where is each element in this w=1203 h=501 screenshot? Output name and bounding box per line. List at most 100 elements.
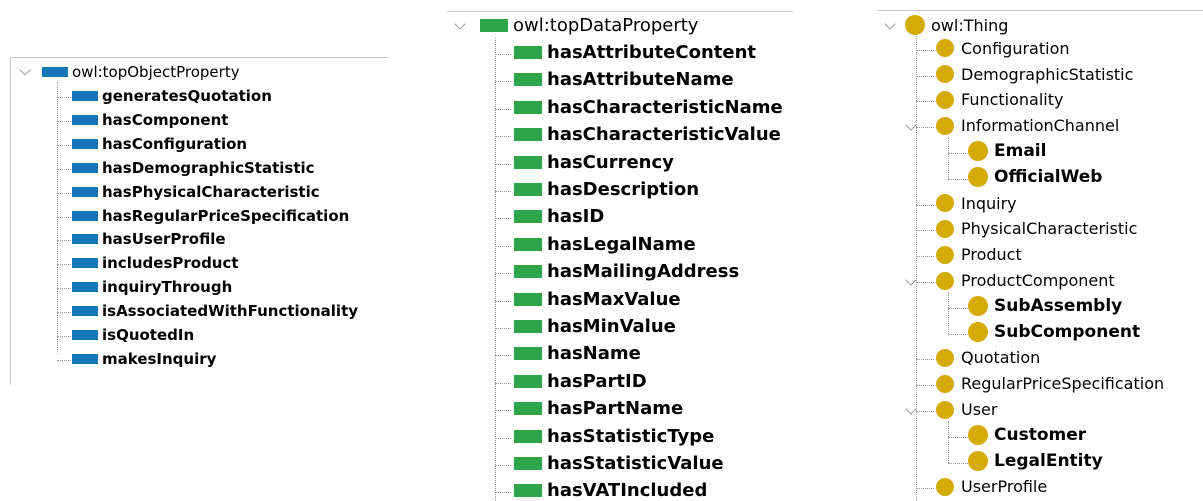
class-item[interactable]: Inquiry xyxy=(936,194,1017,213)
tree-item-label: hasLegalName xyxy=(547,233,696,255)
class-item[interactable]: InformationChannel xyxy=(936,116,1119,135)
data-property-item[interactable]: hasCharacteristicValue xyxy=(514,124,781,145)
class-icon xyxy=(968,450,988,471)
tree-root-class[interactable]: owl:Thing xyxy=(905,15,1008,35)
tree-item-label: hasUserProfile xyxy=(102,230,226,249)
tree-item-label: makesInquiry xyxy=(102,349,217,368)
panel-top-border xyxy=(877,10,1203,11)
object-property-item[interactable]: hasRegularPriceSpecification xyxy=(72,207,349,225)
tree-guide-line xyxy=(916,36,917,501)
data-property-item[interactable]: hasMailingAddress xyxy=(514,261,739,282)
tree-item-label: Inquiry xyxy=(961,193,1017,213)
tree-root-label: owl:topDataProperty xyxy=(513,15,699,36)
data-property-item[interactable]: hasDescription xyxy=(514,179,699,200)
tree-branch-line xyxy=(495,437,511,439)
object-property-item[interactable]: inquiryThrough xyxy=(72,278,232,296)
data-property-item[interactable]: hasCurrency xyxy=(514,152,674,173)
data-property-icon xyxy=(514,183,542,196)
expand-chevron-icon[interactable] xyxy=(884,18,896,30)
data-property-item[interactable]: hasStatisticValue xyxy=(514,453,724,474)
object-property-item[interactable]: includesProduct xyxy=(72,254,239,272)
tree-branch-line xyxy=(916,411,934,412)
data-property-item[interactable]: hasLegalName xyxy=(514,234,696,255)
class-icon xyxy=(936,39,954,58)
subclass-item[interactable]: OfficialWeb xyxy=(968,166,1102,187)
tree-branch-line xyxy=(916,256,934,258)
class-item[interactable]: Configuration xyxy=(936,39,1070,58)
expand-chevron-icon[interactable] xyxy=(19,64,31,76)
data-property-item[interactable]: hasVATIncluded xyxy=(514,480,707,501)
data-property-item[interactable]: hasMaxValue xyxy=(514,289,681,310)
object-property-item[interactable]: hasConfiguration xyxy=(72,135,247,153)
object-property-item[interactable]: hasDemographicStatistic xyxy=(72,159,315,177)
subclass-item[interactable]: Email xyxy=(968,141,1046,161)
tree-branch-line xyxy=(57,168,71,170)
data-property-item[interactable]: hasAttributeName xyxy=(514,69,734,90)
subclass-item[interactable]: LegalEntity xyxy=(968,450,1103,471)
class-item[interactable]: ProductComponent xyxy=(936,271,1115,290)
data-property-icon xyxy=(480,19,508,32)
tree-branch-line xyxy=(57,359,71,361)
data-property-item[interactable]: hasID xyxy=(514,206,604,227)
tree-item-label: includesProduct xyxy=(102,254,239,273)
class-icon xyxy=(968,295,988,316)
tree-branch-line xyxy=(948,333,968,335)
tree-item-label: UserProfile xyxy=(961,477,1048,497)
tree-branch-line xyxy=(495,492,511,494)
tree-branch-line xyxy=(495,81,511,83)
tree-item-label: Product xyxy=(961,245,1022,265)
tree-branch-line xyxy=(495,245,511,247)
tree-item-label: Functionality xyxy=(961,90,1064,110)
object-property-icon xyxy=(72,210,98,221)
object-property-icon xyxy=(72,186,98,197)
tree-item-label: Quotation xyxy=(961,348,1041,368)
class-item[interactable]: Product xyxy=(936,245,1022,264)
data-property-item[interactable]: hasName xyxy=(514,343,641,364)
tree-branch-line xyxy=(916,359,934,361)
class-icon xyxy=(936,194,954,213)
data-property-item[interactable]: hasStatisticType xyxy=(514,426,714,447)
tree-item-label: hasMaxValue xyxy=(547,288,681,310)
object-property-item[interactable]: hasPhysicalCharacteristic xyxy=(72,183,320,201)
data-property-item[interactable]: hasPartID xyxy=(514,371,647,392)
class-icon xyxy=(936,90,954,109)
panel-top-border xyxy=(10,57,388,58)
object-property-item[interactable]: isAssociatedWithFunctionality xyxy=(72,302,358,320)
class-icon xyxy=(968,424,988,445)
subclass-item[interactable]: SubAssembly xyxy=(968,295,1122,316)
class-item[interactable]: User xyxy=(936,400,997,419)
object-property-icon xyxy=(72,91,98,101)
tree-root-data-property[interactable]: owl:topDataProperty xyxy=(480,15,698,36)
class-item[interactable]: RegularPriceSpecification xyxy=(936,374,1164,393)
expand-chevron-icon[interactable] xyxy=(905,274,917,286)
data-property-icon xyxy=(514,374,542,388)
tree-item-label: inquiryThrough xyxy=(102,278,233,297)
expand-chevron-icon[interactable] xyxy=(454,18,466,30)
data-property-item[interactable]: hasMinValue xyxy=(514,316,676,337)
data-property-icon xyxy=(514,347,542,361)
expand-chevron-icon[interactable] xyxy=(905,403,917,415)
object-property-item[interactable]: makesInquiry xyxy=(72,350,216,368)
data-property-item[interactable]: hasAttributeContent xyxy=(514,42,756,63)
subclass-item[interactable]: Customer xyxy=(968,424,1086,445)
object-property-item[interactable]: hasComponent xyxy=(72,111,228,129)
expand-chevron-icon[interactable] xyxy=(905,119,917,131)
object-property-icon xyxy=(42,67,68,77)
tree-root-object-property[interactable]: owl:topObjectProperty xyxy=(42,63,240,81)
object-property-icon xyxy=(72,234,98,245)
class-item[interactable]: Functionality xyxy=(936,90,1064,109)
tree-item-label: isAssociatedWithFunctionality xyxy=(102,302,359,321)
object-property-item[interactable]: hasUserProfile xyxy=(72,230,226,248)
data-property-item[interactable]: hasPartName xyxy=(514,398,683,419)
tree-item-label: hasCharacteristicName xyxy=(547,96,783,118)
data-property-item[interactable]: hasCharacteristicName xyxy=(514,97,783,118)
class-item[interactable]: DemographicStatistic xyxy=(936,65,1133,84)
class-item[interactable]: UserProfile xyxy=(936,477,1047,496)
tree-branch-line xyxy=(916,230,934,232)
tree-branch-line xyxy=(57,288,71,290)
object-property-item[interactable]: isQuotedIn xyxy=(72,326,194,344)
object-property-item[interactable]: generatesQuotation xyxy=(72,87,272,105)
class-item[interactable]: PhysicalCharacteristic xyxy=(936,219,1137,238)
class-item[interactable]: Quotation xyxy=(936,348,1040,367)
subclass-item[interactable]: SubComponent xyxy=(968,321,1140,342)
